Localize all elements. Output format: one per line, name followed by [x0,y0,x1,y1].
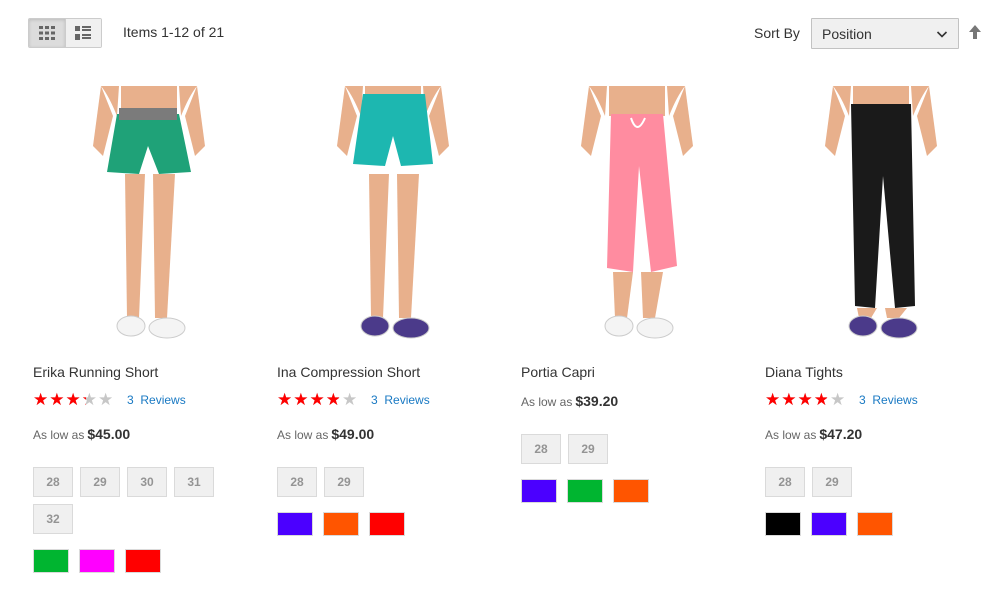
rating-stars: ★★★★★ ★★★★★ [277,391,365,408]
size-option[interactable]: 30 [127,467,167,497]
product-image[interactable] [527,86,747,348]
color-swatch[interactable] [79,549,115,573]
star-filled-icon: ★★★★★ [33,392,86,408]
product-price: As low as $47.20 [765,426,862,442]
color-options [521,479,649,503]
reviews-label: Reviews [872,393,918,407]
price-prefix: As low as [765,428,817,442]
size-option[interactable]: 28 [33,467,73,497]
star-filled-icon: ★★★★★ [277,392,339,408]
reviews-link[interactable]: 3 Reviews [371,393,430,407]
product-rating: ★★★★★ ★★★★★ 3 Reviews [33,391,186,409]
size-options: 28 29 30 31 32 [33,467,233,534]
color-swatch[interactable] [125,549,161,573]
price-value: $49.00 [331,426,375,442]
reviews-label: Reviews [140,393,186,407]
size-options: 28 29 [521,434,721,464]
rating-stars: ★★★★★ ★★★★★ [33,391,121,408]
size-option[interactable]: 28 [277,467,317,497]
product-photo[interactable] [771,86,990,348]
size-options: 28 29 [765,467,965,497]
size-option[interactable]: 28 [521,434,561,464]
color-swatch[interactable] [33,549,69,573]
size-option[interactable]: 31 [174,467,214,497]
product-image[interactable] [39,86,259,348]
grid-icon [38,26,55,40]
reviews-count: 3 [371,393,378,407]
size-option[interactable]: 29 [812,467,852,497]
product-image[interactable] [283,86,503,348]
color-options [277,512,405,536]
price-prefix: As low as [33,428,85,442]
sort-by-value: Position [822,25,872,42]
color-swatch[interactable] [369,512,405,536]
price-prefix: As low as [277,428,329,442]
product-photo[interactable] [527,86,747,348]
size-option[interactable]: 32 [33,504,73,534]
sort-by-label: Sort By [754,25,800,41]
size-options: 28 29 [277,467,477,497]
product-item: Erika Running Short ★★★★★ ★★★★★ 3 Review… [33,86,253,573]
size-option[interactable]: 29 [568,434,608,464]
reviews-link[interactable]: 3 Reviews [859,393,918,407]
color-swatch[interactable] [521,479,557,503]
product-name[interactable]: Portia Capri [521,364,595,380]
color-swatch[interactable] [811,512,847,536]
size-option[interactable]: 29 [80,467,120,497]
product-item: Diana Tights ★★★★★ ★★★★★ 3 Reviews As lo… [765,86,985,536]
color-swatch[interactable] [613,479,649,503]
price-prefix: As low as [521,395,573,409]
color-options [765,512,893,536]
view-mode-switcher [28,18,102,48]
rating-stars: ★★★★★ ★★★★★ [765,391,853,408]
reviews-link[interactable]: 3 Reviews [127,393,186,407]
size-option[interactable]: 29 [324,467,364,497]
color-swatch[interactable] [567,479,603,503]
product-rating: ★★★★★ ★★★★★ 3 Reviews [765,391,918,409]
product-photo[interactable] [39,86,259,348]
star-filled-icon: ★★★★★ [765,392,827,408]
price-value: $39.20 [575,393,619,409]
reviews-label: Reviews [384,393,430,407]
color-swatch[interactable] [857,512,893,536]
items-count: Items 1-12 of 21 [123,24,225,40]
arrow-up-icon[interactable] [968,24,982,40]
color-swatch[interactable] [277,512,313,536]
reviews-count: 3 [859,393,866,407]
product-price: As low as $49.00 [277,426,374,442]
price-value: $45.00 [87,426,131,442]
catalog-toolbar: Items 1-12 of 21 Sort By Position [0,0,990,66]
product-name[interactable]: Ina Compression Short [277,364,420,380]
product-name[interactable]: Diana Tights [765,364,843,380]
sort-by-select[interactable]: Position [811,18,959,49]
grid-view-button[interactable] [29,19,65,47]
price-value: $47.20 [819,426,863,442]
product-price: As low as $39.20 [521,393,618,409]
color-options [33,549,161,573]
color-swatch[interactable] [765,512,801,536]
list-view-button[interactable] [64,19,101,47]
product-name[interactable]: Erika Running Short [33,364,158,380]
list-icon [75,26,92,40]
reviews-count: 3 [127,393,134,407]
product-rating: ★★★★★ ★★★★★ 3 Reviews [277,391,430,409]
product-image[interactable] [771,86,990,348]
chevron-down-icon [936,31,948,38]
size-option[interactable]: 28 [765,467,805,497]
product-photo[interactable] [283,86,503,348]
product-price: As low as $45.00 [33,426,130,442]
product-item: Ina Compression Short ★★★★★ ★★★★★ 3 Revi… [277,86,497,536]
color-swatch[interactable] [323,512,359,536]
product-item: Portia Capri As low as $39.20 28 29 [521,86,741,503]
